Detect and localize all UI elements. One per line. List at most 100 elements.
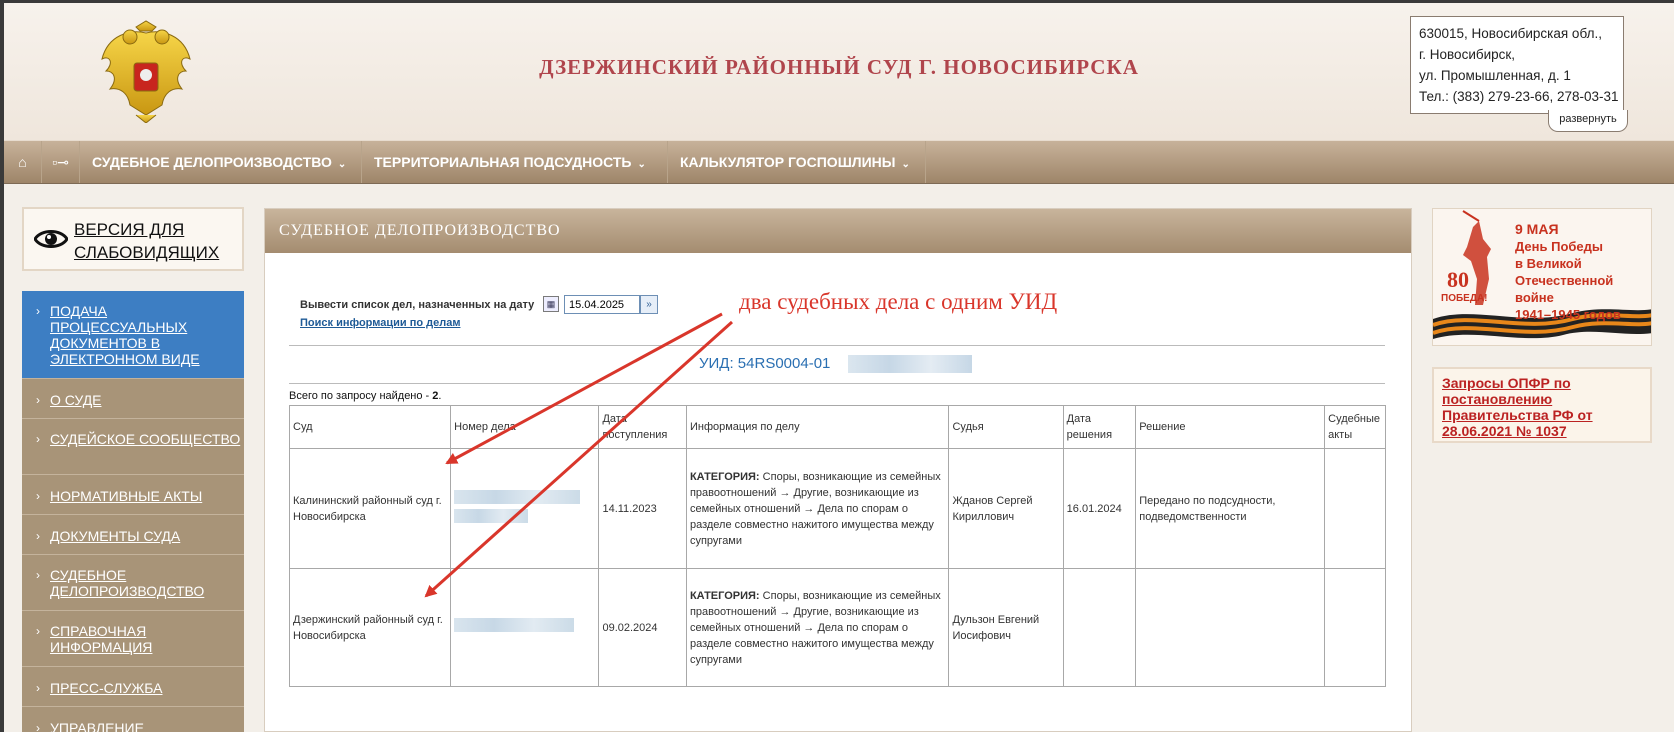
chevron-right-icon: › <box>36 489 40 503</box>
sidebar-item-label: СУДЕЙСКОЕ СООБЩЕСТВО <box>50 431 241 447</box>
chevron-right-icon: › <box>36 624 40 638</box>
date-submit-icon[interactable]: » <box>640 295 658 314</box>
table-row: Калининский районный суд г. Новосибирска… <box>288 448 1386 569</box>
sidebar-item-management[interactable]: › УПРАВЛЕНИЕ <box>22 707 244 732</box>
case-search-link[interactable]: Поиск информации по делам <box>300 317 460 329</box>
category-label: КАТЕГОРИЯ: <box>689 589 760 602</box>
category-label: КАТЕГОРИЯ: <box>689 470 760 483</box>
chevron-right-icon: › <box>36 568 40 582</box>
sidebar-item-reference-info[interactable]: › СПРАВОЧНАЯ ИНФОРМАЦИЯ <box>22 611 244 667</box>
banner-badge-text: ПОБЕДА! <box>1441 293 1488 304</box>
sidebar-item-electronic-filing[interactable]: › ПОДАЧА ПРОЦЕССУАЛЬНЫХ ДОКУМЕНТОВ В ЭЛЕ… <box>22 291 244 379</box>
nav-item-court-proceedings[interactable]: СУДЕБНОЕ ДЕЛОПРОИЗВОДСТВО ⌄ <box>80 141 362 183</box>
address-line: Тел.: (383) 279-23-66, 278-03-31 <box>1419 89 1619 104</box>
sidebar-item-label: НОРМАТИВНЫЕ АКТЫ <box>50 488 203 504</box>
address-box: 630015, Новосибирская обл., г. Новосибир… <box>1410 16 1624 114</box>
case-info-cell: КАТЕГОРИЯ: Споры, возникающие из семейны… <box>685 568 950 687</box>
low-vision-version-link[interactable]: ВЕРСИЯ ДЛЯ СЛАБОВИДЯЩИХ <box>22 207 244 271</box>
results-count-suffix: . <box>438 390 442 402</box>
cases-table: Суд Номер дела Дата поступления Информац… <box>288 405 1386 687</box>
redacted-case-number <box>454 508 529 523</box>
sidebar-item-about[interactable]: › О СУДЕ <box>22 379 244 419</box>
sidebar-item-court-documents[interactable]: › ДОКУМЕНТЫ СУДА <box>22 515 244 555</box>
sidebar-item-regulations[interactable]: › НОРМАТИВНЫЕ АКТЫ <box>22 475 244 515</box>
eye-icon <box>34 230 68 248</box>
decision-cell: Передано по подсудности, подведомственно… <box>1135 448 1326 569</box>
banner-badge: 80 <box>1447 267 1469 292</box>
main-content: СУДЕБНОЕ ДЕЛОПРОИЗВОДСТВО Вывести список… <box>264 208 1412 732</box>
sitemap-icon[interactable]: ▫⊸ <box>42 141 80 183</box>
chevron-right-icon: › <box>36 432 40 446</box>
expand-button[interactable]: развернуть <box>1548 110 1628 132</box>
banner-line: Отечественной войне <box>1515 273 1614 305</box>
case-number-cell[interactable] <box>450 568 600 687</box>
case-number-cell[interactable] <box>450 448 600 569</box>
calendar-icon[interactable]: ▦ <box>543 296 559 312</box>
column-header: Решение <box>1135 405 1326 449</box>
main-nav: ⌂ ▫⊸ СУДЕБНОЕ ДЕЛОПРОИЗВОДСТВО ⌄ ТЕРРИТОР… <box>4 140 1674 184</box>
address-line: г. Новосибирск, <box>1419 47 1516 62</box>
redacted-case-number <box>454 618 575 632</box>
uid-heading: УИД: 54RS0004-01 <box>699 355 831 372</box>
nav-item-territorial-jurisdiction[interactable]: ТЕРРИТОРИАЛЬНАЯ ПОДСУДНОСТЬ ⌄ <box>362 141 668 183</box>
chevron-right-icon: › <box>36 393 40 407</box>
chevron-right-icon: › <box>36 304 40 318</box>
date-list-label: Вывести список дел, назначенных на дату <box>300 299 535 311</box>
results-count-label: Всего по запросу найдено - <box>289 390 433 402</box>
address-line: ул. Промышленная, д. 1 <box>1419 68 1571 83</box>
low-vision-label: ВЕРСИЯ ДЛЯ СЛАБОВИДЯЩИХ <box>74 220 220 262</box>
nav-item-label: КАЛЬКУЛЯТОР ГОСПОШЛИНЫ <box>680 154 896 170</box>
chevron-right-icon: › <box>36 529 40 543</box>
column-header: Информация по делу <box>685 405 950 449</box>
court-acts-cell <box>1324 568 1386 687</box>
column-header: Дата поступления <box>598 405 687 449</box>
sidebar-item-press-service[interactable]: › ПРЕСС-СЛУЖБА <box>22 667 244 707</box>
court-acts-cell <box>1324 448 1386 569</box>
opfr-requests-link[interactable]: Запросы ОПФР по постановлению Правительс… <box>1432 367 1652 443</box>
decision-date-cell <box>1062 568 1137 687</box>
banner-text: 9 МАЯ День Победы в Великой Отечественно… <box>1515 221 1651 323</box>
annotation-text: два судебных дела с одним УИД <box>739 289 1058 314</box>
banner-line: 9 МАЯ <box>1515 221 1559 237</box>
date-received-cell: 09.02.2024 <box>598 568 687 687</box>
banner-line: 1941–1945 годов <box>1515 307 1621 322</box>
column-header: Дата решения <box>1062 405 1137 449</box>
chevron-down-icon: ⌄ <box>637 159 646 170</box>
coat-of-arms-icon <box>101 20 191 123</box>
nav-item-fee-calculator[interactable]: КАЛЬКУЛЯТОР ГОСПОШЛИНЫ ⌄ <box>668 141 926 183</box>
nav-item-label: СУДЕБНОЕ ДЕЛОПРОИЗВОДСТВО <box>92 154 332 170</box>
judge-cell: Жданов Сергей Кириллович <box>948 448 1064 569</box>
sidebar-item-label: СПРАВОЧНАЯ ИНФОРМАЦИЯ <box>50 623 153 655</box>
decision-date-cell: 16.01.2024 <box>1062 448 1137 569</box>
decision-cell <box>1135 568 1326 687</box>
sidebar-item-judicial-community[interactable]: › СУДЕЙСКОЕ СООБЩЕСТВО <box>22 419 244 475</box>
sidebar-item-label: ПРЕСС-СЛУЖБА <box>50 680 163 696</box>
column-header: Судебные акты <box>1324 405 1386 449</box>
divider <box>289 345 1385 346</box>
court-cell: Дзержинский районный суд г. Новосибирска <box>288 568 452 687</box>
nav-item-label: ТЕРРИТОРИАЛЬНАЯ ПОДСУДНОСТЬ <box>374 154 632 170</box>
chevron-right-icon: › <box>36 681 40 695</box>
sidebar-item-label: О СУДЕ <box>50 392 102 408</box>
date-input[interactable] <box>564 295 640 314</box>
column-header: Судья <box>948 405 1064 449</box>
table-header-row: Суд Номер дела Дата поступления Информац… <box>288 405 1386 449</box>
victory-day-banner[interactable]: 9 МАЯ День Победы в Великой Отечественно… <box>1432 208 1652 346</box>
court-title: ДЗЕРЖИНСКИЙ РАЙОННЫЙ СУД Г. НОВОСИБИРСКА <box>539 55 1139 79</box>
court-cell: Калининский районный суд г. Новосибирска <box>288 448 452 569</box>
chevron-down-icon: ⌄ <box>337 159 347 170</box>
sidebar-item-proceedings[interactable]: › СУДЕБНОЕ ДЕЛОПРОИЗВОДСТВО <box>22 555 244 611</box>
sidebar-item-label: УПРАВЛЕНИЕ <box>50 720 144 732</box>
column-header: Суд <box>288 405 452 449</box>
chevron-down-icon: ⌄ <box>901 159 910 170</box>
results-count: Всего по запросу найдено - 2. <box>289 390 441 402</box>
judge-cell: Дульзон Евгений Иосифович <box>948 568 1064 687</box>
home-icon[interactable]: ⌂ <box>4 141 42 183</box>
date-received-cell: 14.11.2023 <box>598 448 687 569</box>
sidebar-item-label: СУДЕБНОЕ ДЕЛОПРОИЗВОДСТВО <box>50 567 205 599</box>
sidebar-menu: › ПОДАЧА ПРОЦЕССУАЛЬНЫХ ДОКУМЕНТОВ В ЭЛЕ… <box>22 291 244 732</box>
address-line: 630015, Новосибирская обл., <box>1419 26 1602 41</box>
case-info-cell: КАТЕГОРИЯ: Споры, возникающие из семейны… <box>685 448 950 569</box>
sidebar-item-label: ДОКУМЕНТЫ СУДА <box>50 528 181 544</box>
redacted-case-number <box>454 489 581 504</box>
